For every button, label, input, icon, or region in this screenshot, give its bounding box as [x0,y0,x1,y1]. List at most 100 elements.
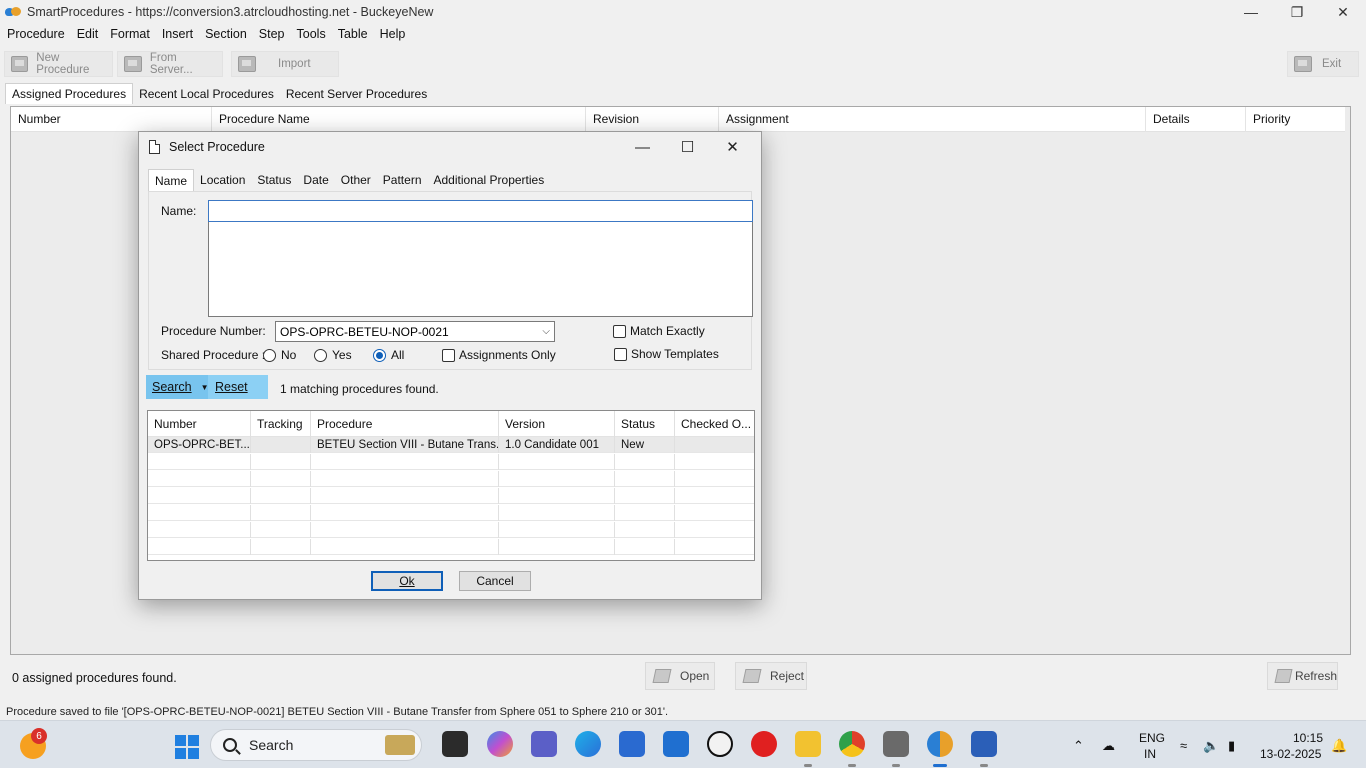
volume-icon[interactable]: 🔈 [1203,738,1219,754]
menu-section[interactable]: Section [199,27,253,41]
tab-pattern[interactable]: Pattern [377,169,428,191]
menu-format[interactable]: Format [104,27,156,41]
language-indicator[interactable]: ENG [1139,731,1165,745]
minimize-button[interactable]: — [1228,0,1274,24]
shared-all-radio[interactable]: All [373,348,404,362]
notification-bell-icon[interactable]: 🔔 [1331,738,1347,754]
dialog-minimize-button[interactable]: — [620,132,665,162]
file-explorer-app-icon[interactable] [795,731,821,767]
copilot-app-icon[interactable] [487,731,513,757]
reject-button[interactable]: Reject [735,662,807,690]
shared-yes-radio[interactable]: Yes [314,348,352,362]
col-details[interactable]: Details [1145,107,1245,132]
shared-no-radio[interactable]: No [263,348,296,362]
close-button[interactable]: ✕ [1320,0,1366,24]
col-tracking[interactable]: Tracking [250,411,310,437]
col-assignment[interactable]: Assignment [718,107,1145,132]
dialog-maximize-button[interactable]: ☐ [665,132,710,162]
app-logo-icon [5,6,21,18]
tab-recent-local-procedures[interactable]: Recent Local Procedures [133,84,280,104]
menu-procedure[interactable]: Procedure [1,27,71,41]
wifi-icon[interactable]: ≈ [1180,738,1187,753]
col-status[interactable]: Status [614,411,674,437]
import-button[interactable]: Import [231,51,339,77]
notification-badge: 6 [31,728,47,744]
reset-button[interactable]: Reset [208,375,268,399]
tab-status[interactable]: Status [251,169,297,191]
procedure-number-select[interactable]: OPS-OPRC-BETEU-NOP-0021 ⌵ [275,321,555,342]
col-number[interactable]: Number [148,411,250,437]
dialog-close-button[interactable]: ✕ [710,132,755,162]
new-procedure-label: New Procedure [36,52,90,76]
from-server-button[interactable]: From Server... [117,51,223,77]
ok-button[interactable]: Ok [371,571,443,591]
shared-all-label: All [391,348,405,362]
radio-circle-selected [373,348,386,362]
tab-date[interactable]: Date [297,169,334,191]
chevron-up-icon[interactable]: ⌃ [1073,738,1084,754]
store-app-icon[interactable] [619,731,645,757]
empty-row [148,522,754,538]
opera-app-icon[interactable] [751,731,777,757]
name-suggestion-list[interactable] [208,222,753,317]
teams-app-icon[interactable] [531,731,557,757]
edge-app-icon[interactable] [575,731,601,757]
smartprocedures-app-icon[interactable] [927,731,953,767]
tab-assigned-procedures[interactable]: Assigned Procedures [5,83,134,104]
col-procedure-name[interactable]: Procedure Name [211,107,585,132]
dialog-tabs: Name Location Status Date Other Pattern … [148,169,550,191]
search-label: Search [152,380,192,394]
import-label: Import [278,58,311,70]
exit-button[interactable]: Exit [1287,51,1359,77]
taskbar: 6 Search ⌃ ☁ ENG IN ≈ 🔈 ▮ 10:15 13-02-20… [0,720,1366,768]
match-exactly-checkbox[interactable]: Match Exactly [613,324,705,338]
shared-procedure-label: Shared Procedure : [161,348,266,362]
search-button[interactable]: Search ▼ [146,375,209,399]
radio-circle [314,348,327,362]
document-icon [149,140,160,154]
menu-help[interactable]: Help [374,27,412,41]
col-checked-out[interactable]: Checked O... [674,411,754,437]
col-revision[interactable]: Revision [585,107,718,132]
col-priority[interactable]: Priority [1245,107,1345,132]
results-grid[interactable]: Number Tracking Procedure Version Status… [147,410,755,561]
refresh-button[interactable]: Refresh [1267,662,1338,690]
show-templates-checkbox[interactable]: Show Templates [614,347,719,361]
empty-row [148,471,754,487]
results-header: Number Tracking Procedure Version Status… [148,411,754,437]
col-number[interactable]: Number [11,107,211,132]
power-automate-app-icon[interactable] [663,731,689,757]
dell-app-icon[interactable] [707,731,733,757]
col-procedure[interactable]: Procedure [310,411,498,437]
table-row[interactable]: OPS-OPRC-BET... BETEU Section VIII - But… [148,437,754,453]
tab-other[interactable]: Other [335,169,377,191]
menu-tools[interactable]: Tools [291,27,332,41]
word-app-icon[interactable] [971,731,997,767]
open-button[interactable]: Open [645,662,715,690]
clock-time[interactable]: 10:15 [1293,731,1323,745]
menu-table[interactable]: Table [332,27,374,41]
tab-name[interactable]: Name [148,169,195,191]
menu-insert[interactable]: Insert [156,27,199,41]
menu-step[interactable]: Step [253,27,291,41]
taskbar-search[interactable]: Search [210,729,422,761]
new-procedure-button[interactable]: New Procedure [4,51,113,77]
terminal-app-icon[interactable] [442,731,468,757]
menu-edit[interactable]: Edit [71,27,105,41]
cancel-button[interactable]: Cancel [459,571,531,591]
windows-start-icon[interactable] [175,735,199,759]
onedrive-sync-icon[interactable]: ☁ [1102,738,1115,754]
assignments-only-checkbox[interactable]: Assignments Only [442,348,556,362]
battery-icon[interactable]: ▮ [1228,738,1235,754]
remote-desktop-app-icon[interactable] [883,731,909,767]
tab-location[interactable]: Location [194,169,251,191]
restore-button[interactable]: ❐ [1274,0,1320,24]
tab-recent-server-procedures[interactable]: Recent Server Procedures [280,84,433,104]
toolbar: New Procedure From Server... Import Exit [0,49,1366,79]
tab-additional-properties[interactable]: Additional Properties [428,169,551,191]
chrome-app-icon[interactable] [839,731,865,767]
procedure-number-value: OPS-OPRC-BETEU-NOP-0021 [280,324,449,339]
procedure-number-label: Procedure Number: [161,324,266,338]
name-input[interactable] [208,200,753,222]
col-version[interactable]: Version [498,411,614,437]
